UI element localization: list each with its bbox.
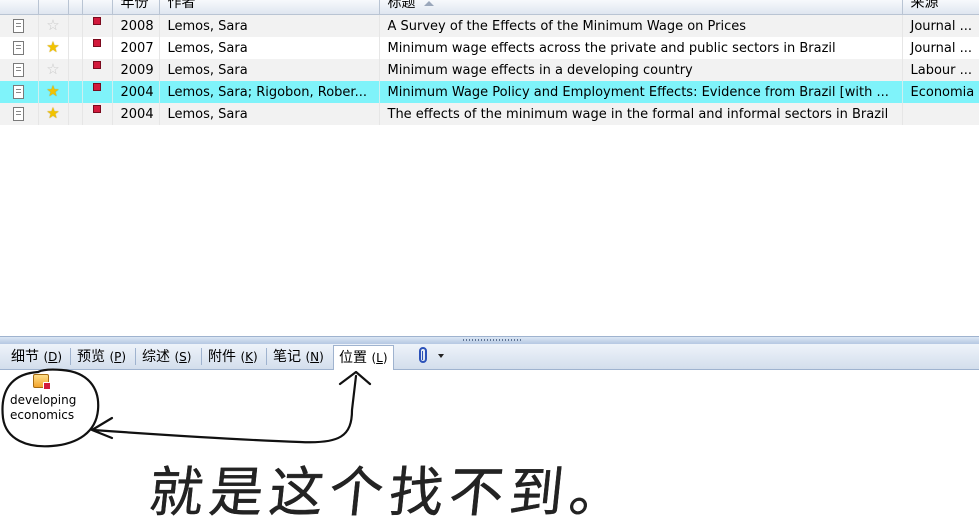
handwritten-note: 就是这个找不到。: [146, 461, 633, 524]
annotation-arrow-line: [91, 374, 358, 444]
annotation-circle: [1, 368, 100, 448]
handwriting-annotation: [1, 368, 372, 448]
